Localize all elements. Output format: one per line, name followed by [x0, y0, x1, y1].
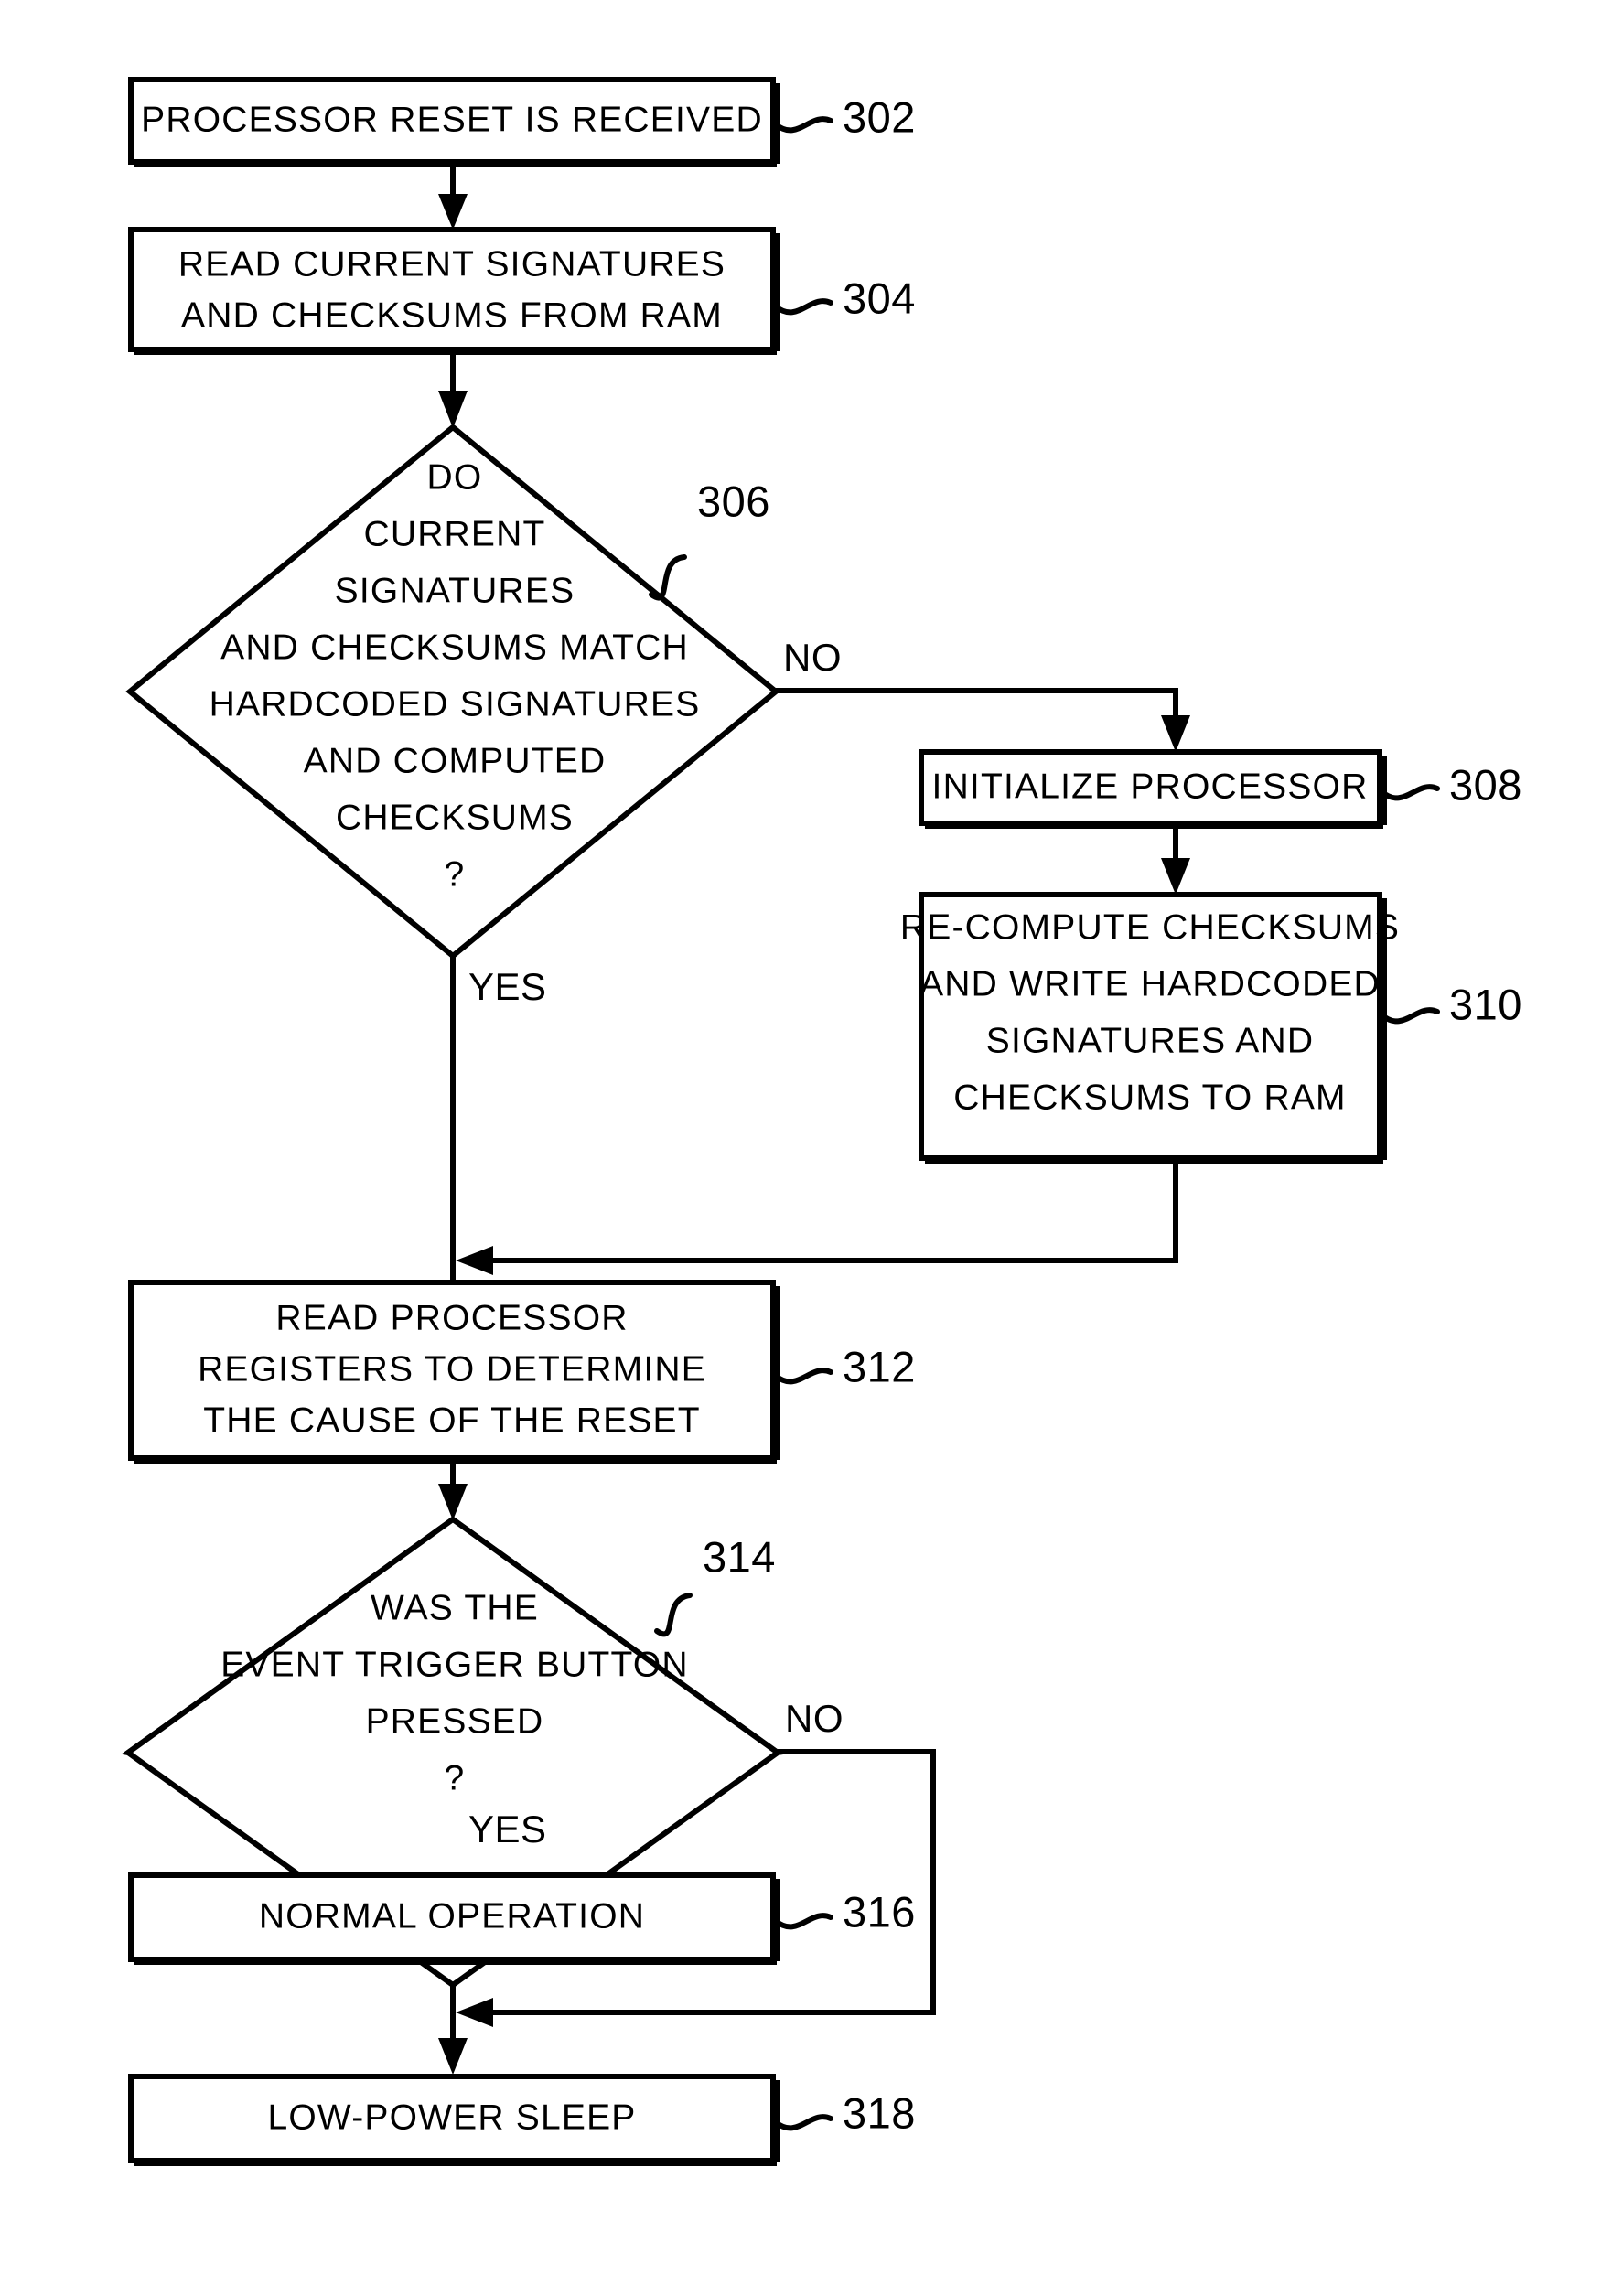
node-306-signatures-match-decision: DO CURRENT SIGNATURES AND CHECKSUMS MATC…: [125, 424, 780, 960]
branch-label-306-yes: YES: [468, 965, 547, 1008]
node-306-label-line-0: DO: [427, 457, 483, 497]
node-312-read-processor-registers: READ PROCESSOR REGISTERS TO DETERMINE TH…: [128, 1280, 780, 1464]
ref-number-302: 302: [843, 92, 916, 141]
node-310-recompute-checksums: RE-COMPUTE CHECKSUMS AND WRITE HARDCODED…: [900, 892, 1400, 1164]
ref-number-304: 304: [843, 274, 916, 322]
ref-number-306: 306: [697, 477, 770, 525]
branch-label-306-no: NO: [783, 636, 842, 679]
ref-number-318: 318: [843, 2088, 916, 2137]
connector-306-no-to-308: [776, 688, 1190, 752]
ref-callout-312: 312: [773, 1342, 916, 1390]
node-314-label-line-0: WAS THE: [371, 1588, 539, 1627]
node-310-label-line-1: AND WRITE HARDCODED: [919, 964, 1381, 1003]
node-302-processor-reset-received: PROCESSOR RESET IS RECEIVED: [128, 77, 780, 167]
ref-number-310: 310: [1449, 980, 1522, 1028]
connector-312-to-314: [438, 1462, 468, 1520]
node-312-label-line-2: THE CAUSE OF THE RESET: [203, 1400, 701, 1440]
flowchart-svg: PROCESSOR RESET IS RECEIVED 302 READ CUR…: [121, 77, 1522, 2166]
node-306-label-line-3: AND CHECKSUMS MATCH: [220, 628, 689, 667]
node-318-label-line-0: LOW-POWER SLEEP: [267, 2098, 636, 2137]
node-308-label-line-0: INITIALIZE PROCESSOR: [932, 767, 1369, 806]
node-306-label-line-2: SIGNATURES: [335, 571, 575, 610]
node-306-label-line-6: CHECKSUMS: [336, 798, 574, 837]
node-306-label-line-1: CURRENT: [363, 514, 545, 553]
ref-number-314: 314: [703, 1532, 776, 1581]
branch-label-314-yes: YES: [468, 1808, 547, 1851]
connector-310-to-main: [456, 1160, 1178, 1275]
node-314-label-line-2: PRESSED: [366, 1701, 544, 1741]
node-314-label-line-3: ?: [445, 1758, 466, 1797]
node-304-label-line-0: READ CURRENT SIGNATURES: [178, 244, 726, 284]
node-308-initialize-processor: INITIALIZE PROCESSOR: [919, 749, 1387, 829]
node-312-label-line-1: REGISTERS TO DETERMINE: [198, 1349, 706, 1389]
node-304-read-current-signatures: READ CURRENT SIGNATURES AND CHECKSUMS FR…: [128, 227, 780, 355]
node-310-label-line-0: RE-COMPUTE CHECKSUMS: [900, 907, 1400, 947]
node-318-low-power-sleep: LOW-POWER SLEEP: [128, 2074, 780, 2166]
node-312-label-line-0: READ PROCESSOR: [275, 1298, 628, 1337]
ref-number-308: 308: [1449, 760, 1522, 809]
ref-callout-302: 302: [773, 92, 916, 141]
node-310-label-line-2: SIGNATURES AND: [986, 1021, 1314, 1060]
node-306-label-line-4: HARDCODED SIGNATURES: [210, 684, 701, 724]
node-310-label-line-3: CHECKSUMS TO RAM: [953, 1078, 1346, 1117]
node-302-label-line-0: PROCESSOR RESET IS RECEIVED: [141, 100, 763, 139]
ref-callout-304: 304: [773, 274, 916, 322]
ref-number-316: 316: [843, 1887, 916, 1936]
flowchart-canvas: PROCESSOR RESET IS RECEIVED 302 READ CUR…: [0, 0, 1623, 2296]
ref-callout-316: 316: [773, 1887, 916, 1936]
node-316-normal-operation: NORMAL OPERATION: [128, 1872, 780, 1965]
ref-callout-314: 314: [654, 1532, 776, 1637]
node-304-label-line-1: AND CHECKSUMS FROM RAM: [181, 295, 723, 335]
connector-302-to-304: [438, 165, 468, 230]
connector-308-to-310: [1161, 825, 1190, 895]
connector-304-to-306: [438, 351, 468, 428]
ref-callout-308: 308: [1380, 760, 1522, 809]
ref-number-312: 312: [843, 1342, 916, 1390]
node-306-label-line-7: ?: [445, 854, 466, 894]
node-306-label-line-5: AND COMPUTED: [304, 741, 607, 780]
ref-callout-318: 318: [773, 2088, 916, 2137]
node-314-label-line-1: EVENT TRIGGER BUTTON: [220, 1645, 689, 1684]
node-316-label-line-0: NORMAL OPERATION: [259, 1896, 645, 1936]
ref-callout-310: 310: [1380, 980, 1522, 1028]
branch-label-314-no: NO: [785, 1697, 844, 1740]
ref-callout-306: 306: [649, 477, 770, 601]
